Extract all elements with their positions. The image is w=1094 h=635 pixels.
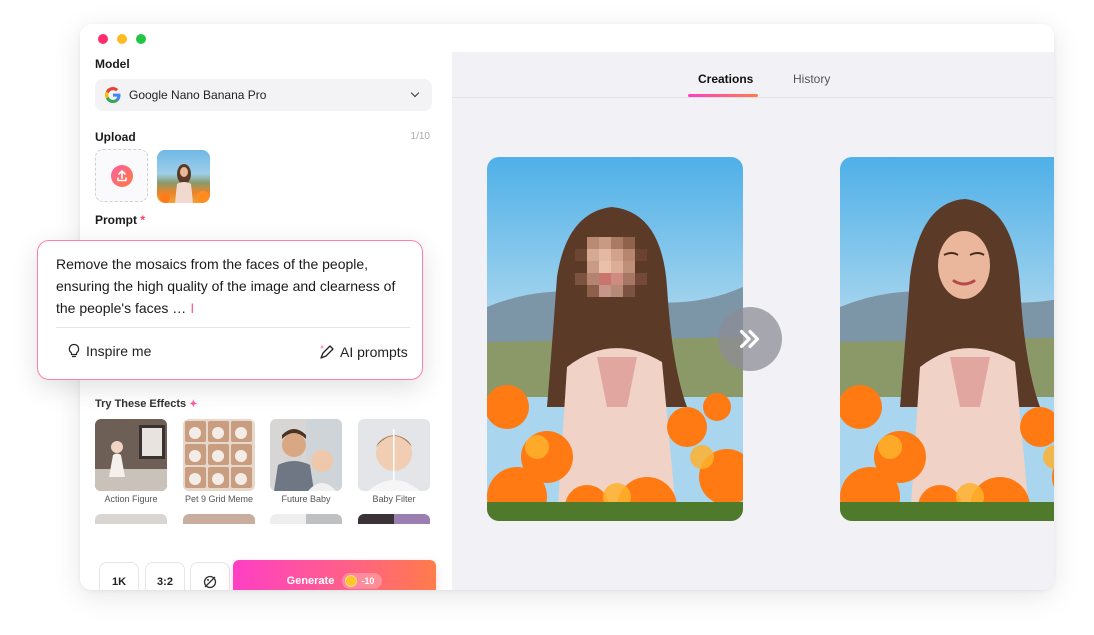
effect-label: Pet 9 Grid Meme: [184, 494, 254, 504]
prompt-label-text: Prompt: [95, 213, 137, 227]
effect-card-partial[interactable]: [183, 514, 255, 524]
tab-creations[interactable]: Creations: [698, 72, 753, 86]
generate-button[interactable]: Generate -10: [233, 560, 436, 590]
effect-thumbnail: [270, 419, 342, 491]
text-cursor-icon: I: [190, 300, 195, 316]
inspire-me-label: Inspire me: [86, 343, 152, 359]
generate-label: Generate: [286, 575, 335, 587]
effect-thumbnail: [95, 419, 167, 491]
lightbulb-icon: [68, 343, 80, 358]
uploaded-image-thumbnail[interactable]: [157, 150, 210, 203]
divider: [56, 327, 410, 328]
magic-pen-icon: [320, 345, 334, 359]
ai-prompts-button[interactable]: AI prompts: [318, 343, 408, 361]
effects-title: Try These Effects ✦: [95, 398, 198, 410]
effect-thumbnail: [183, 419, 255, 491]
close-window-button[interactable]: [98, 34, 108, 44]
bottom-toolbar: 1K 3:2 Generate -10: [80, 550, 452, 590]
upload-count: 1/10: [410, 131, 430, 142]
chevron-down-icon: [410, 88, 420, 98]
coin-icon: [345, 575, 358, 587]
effect-card-action-figure[interactable]: Action Figure: [95, 419, 167, 504]
effect-card-baby-filter[interactable]: Baby Filter: [358, 419, 430, 504]
model-select-value: Google Nano Banana Pro: [129, 88, 267, 102]
after-image: [840, 157, 1054, 521]
credit-cost: -10: [361, 576, 375, 586]
effect-card-partial[interactable]: [270, 514, 342, 524]
compare-arrow-button[interactable]: [718, 307, 782, 371]
effect-card-future-baby[interactable]: Future Baby: [270, 419, 342, 504]
title-bar: [80, 24, 1054, 52]
effect-label: Baby Filter: [372, 494, 416, 504]
palette-icon: [203, 575, 217, 589]
effect-card-partial[interactable]: [358, 514, 430, 524]
result-tabs: Creations History: [452, 52, 1054, 98]
google-icon: [105, 87, 121, 103]
model-select[interactable]: Google Nano Banana Pro: [95, 79, 432, 111]
active-tab-indicator: [688, 94, 758, 97]
prompt-text: Remove the mosaics from the faces of the…: [56, 256, 396, 316]
aspect-ratio-button[interactable]: 3:2: [145, 562, 185, 590]
upload-icon: [111, 165, 133, 187]
prompt-input-card[interactable]: Remove the mosaics from the faces of the…: [37, 240, 423, 380]
right-panel: Creations History: [452, 52, 1054, 590]
effect-label: Future Baby: [281, 494, 331, 504]
prompt-textarea[interactable]: Remove the mosaics from the faces of the…: [56, 253, 406, 319]
inspire-me-button[interactable]: Inspire me: [66, 343, 151, 359]
sparkle-icon: ✦: [189, 399, 198, 410]
upload-button[interactable]: [95, 149, 148, 202]
tab-history[interactable]: History: [793, 72, 830, 86]
effect-card-pet-9-grid-meme[interactable]: Pet 9 Grid Meme: [183, 419, 255, 504]
style-button[interactable]: [190, 562, 230, 590]
maximize-window-button[interactable]: [136, 34, 146, 44]
ai-prompts-label: AI prompts: [340, 344, 408, 360]
credit-cost-badge: -10: [342, 573, 383, 589]
model-label: Model: [95, 57, 130, 71]
double-chevron-right-icon: [739, 329, 760, 349]
prompt-label: Prompt *: [95, 213, 145, 227]
minimize-window-button[interactable]: [117, 34, 127, 44]
resolution-button[interactable]: 1K: [99, 562, 139, 590]
effect-label: Action Figure: [104, 494, 158, 504]
upload-label: Upload: [95, 130, 136, 144]
effects-title-text: Try These Effects: [95, 398, 187, 410]
effect-thumbnail: [358, 419, 430, 491]
before-image: [487, 157, 743, 521]
effect-card-partial[interactable]: [95, 514, 167, 524]
required-marker: *: [140, 213, 146, 227]
